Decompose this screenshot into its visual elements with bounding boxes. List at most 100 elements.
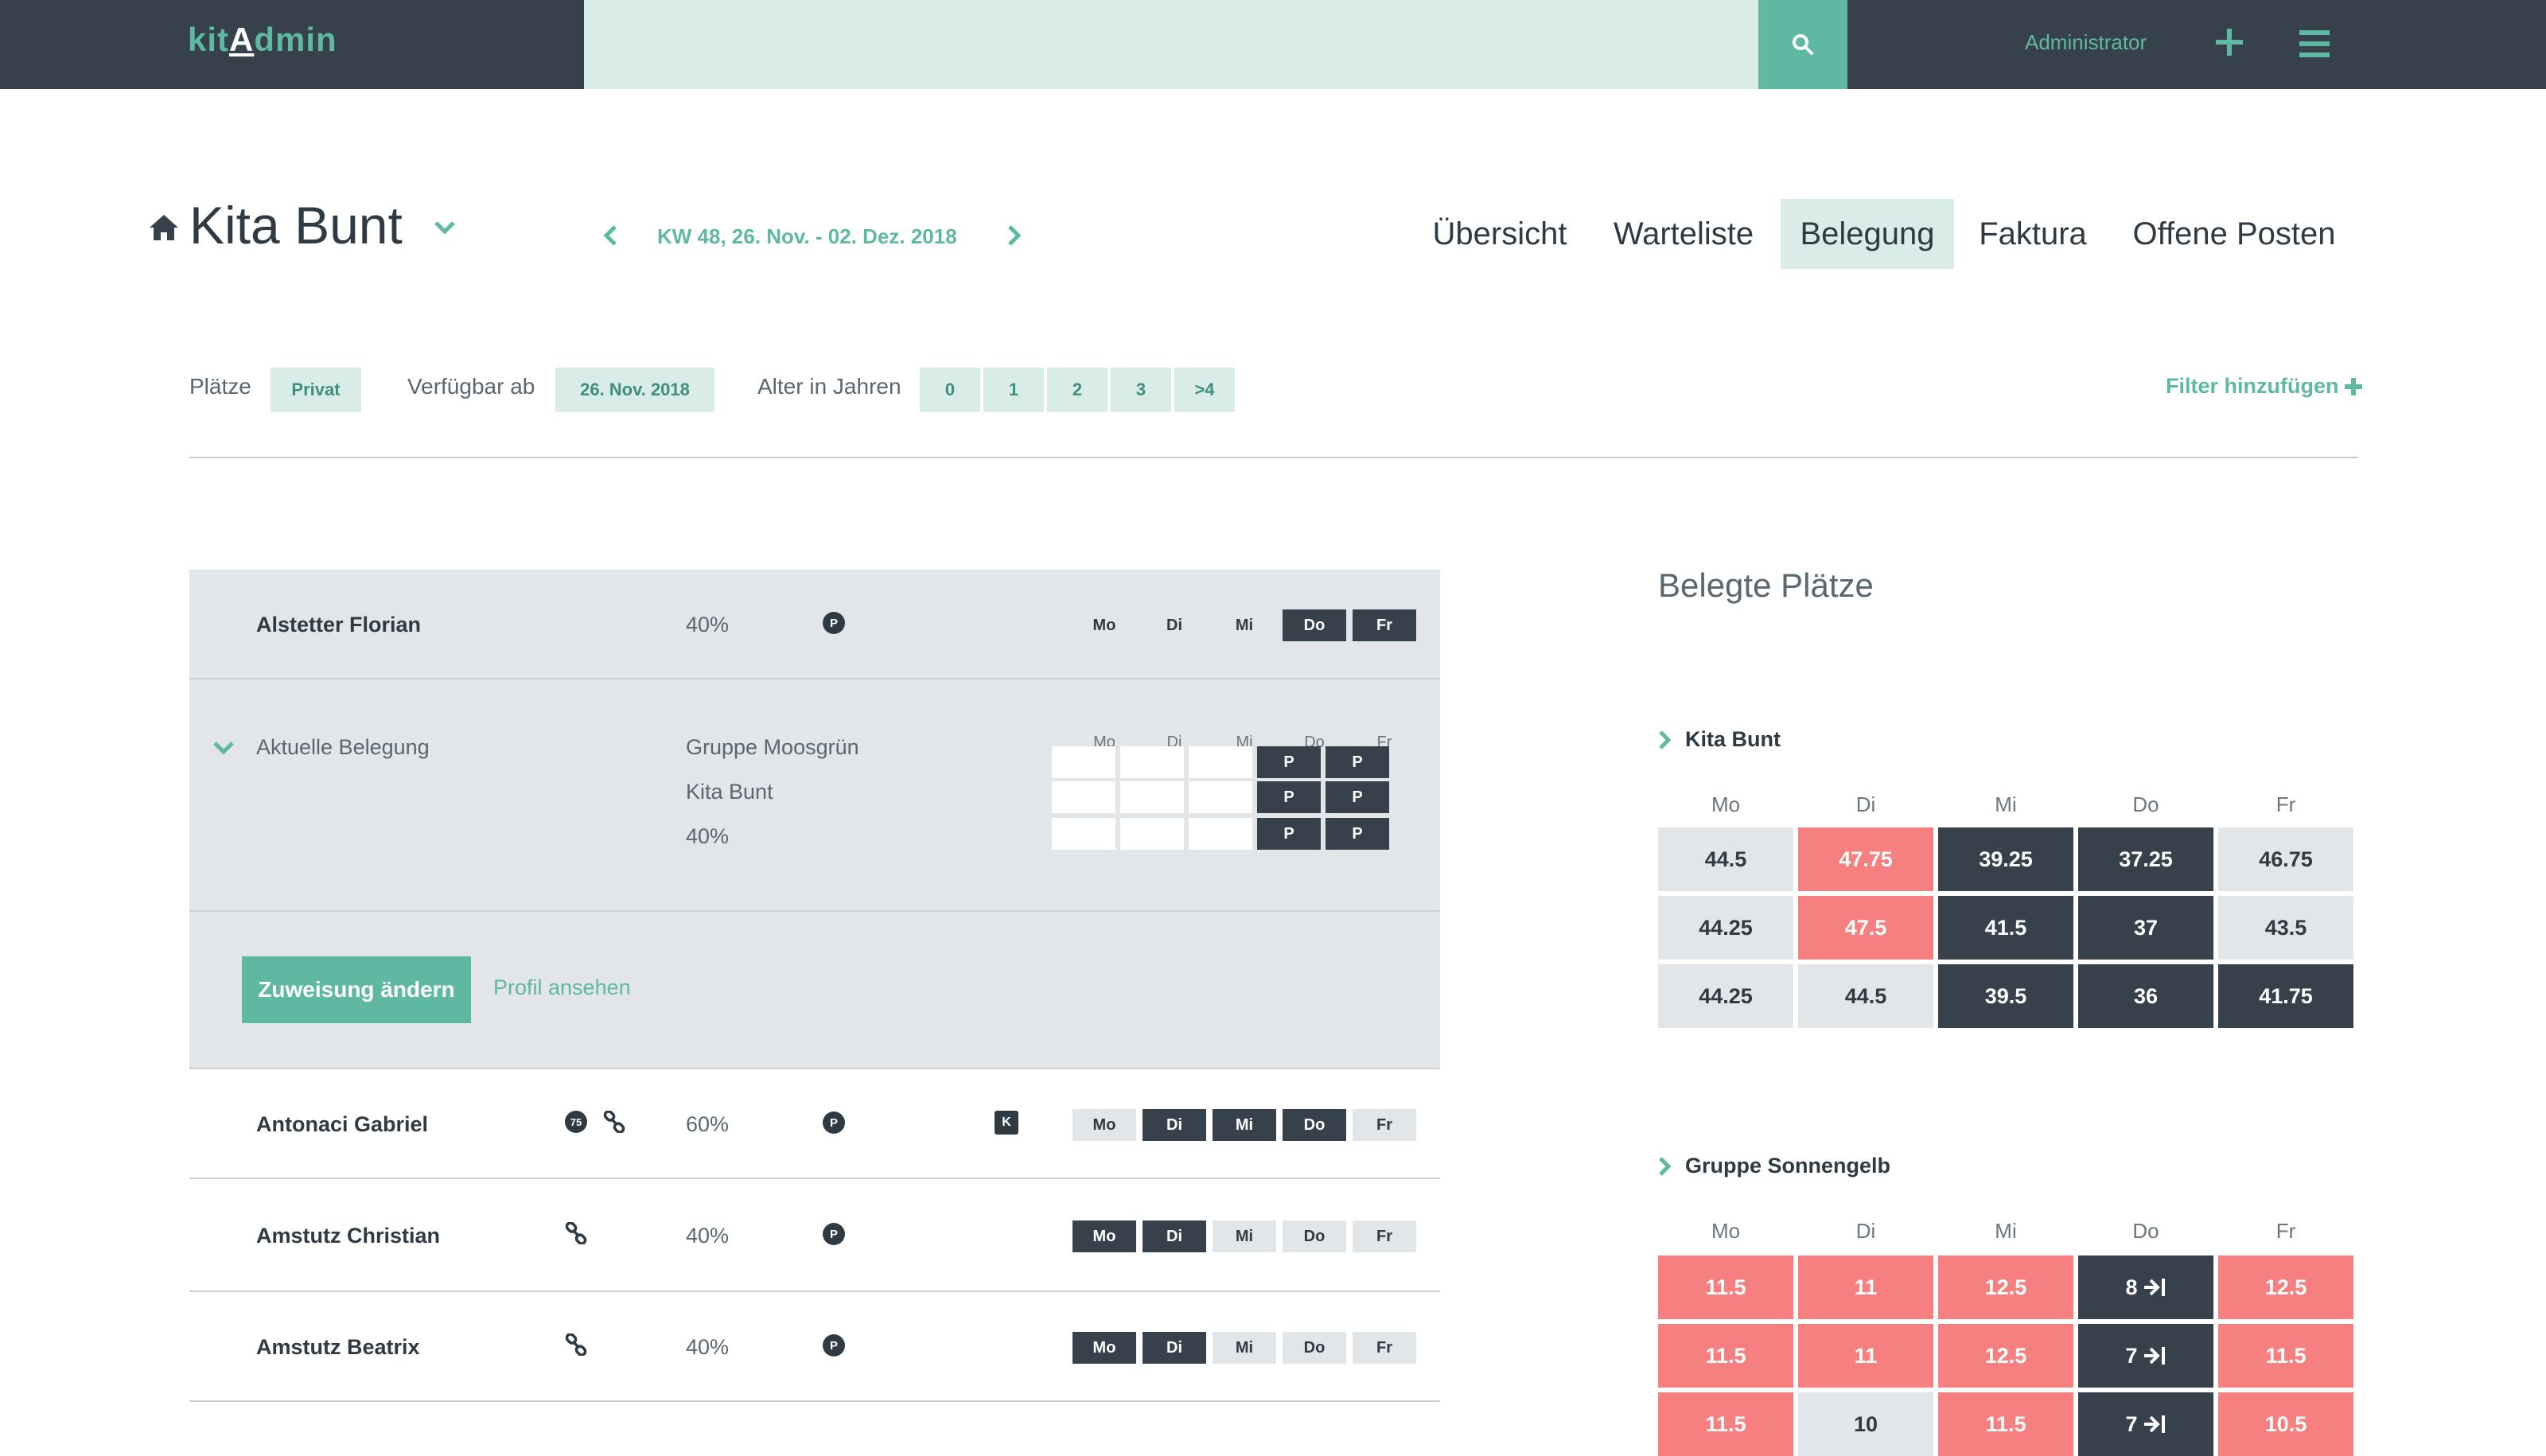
day-fr[interactable]: Fr <box>1353 1220 1416 1252</box>
tab-warteliste[interactable]: Warteliste <box>1599 199 1768 269</box>
chevron-down-icon[interactable] <box>433 220 457 236</box>
tab-belegung[interactable]: Belegung <box>1781 199 1954 269</box>
search-input[interactable] <box>584 0 1758 89</box>
day-di[interactable]: Di <box>1143 609 1206 641</box>
chevron-right-icon[interactable] <box>1006 224 1023 247</box>
p-badge-letter: P <box>830 617 838 630</box>
day-mo[interactable]: Mo <box>1073 609 1136 641</box>
group-kita-bunt[interactable]: Kita Bunt <box>1658 727 1781 752</box>
view-profile-link[interactable]: Profil ansehen <box>493 975 631 1000</box>
occupancy-value: 8 <box>2125 1275 2138 1299</box>
age-chip-0[interactable]: 0 <box>920 368 980 412</box>
child-name[interactable]: Amstutz Beatrix <box>256 1335 420 1360</box>
occupancy-cell: 39.5 <box>1938 964 2073 1028</box>
day-fr[interactable]: Fr <box>1353 1332 1416 1364</box>
add-filter-label: Filter hinzufügen <box>2166 374 2339 398</box>
link-icon <box>603 1111 625 1133</box>
occupancy-value: 41.5 <box>1984 915 2027 940</box>
day-do[interactable]: Do <box>1283 1109 1346 1141</box>
p-badge: P <box>823 612 845 634</box>
day-header: Mi <box>1995 1219 2017 1243</box>
occupancy-value: 37.25 <box>2119 847 2173 871</box>
occupancy-value: 46.75 <box>2259 847 2313 871</box>
page-title: Kita Bunt <box>189 196 403 255</box>
divider <box>189 1068 1440 1069</box>
day-fr[interactable]: Fr <box>1353 609 1416 641</box>
day-mo[interactable]: Mo <box>1073 1220 1136 1252</box>
day-do[interactable]: Do <box>1283 1332 1346 1364</box>
child-percentage: 40% <box>686 1224 730 1248</box>
occupancy-title: Belegte Plätze <box>1658 566 1874 604</box>
p-badge-letter: P <box>830 1228 838 1241</box>
change-assignment-button[interactable]: Zuweisung ändern <box>242 956 471 1023</box>
child-name[interactable]: Alstetter Florian <box>256 613 421 637</box>
day-di[interactable]: Di <box>1143 1332 1206 1364</box>
occupancy-cell: 7 <box>2078 1392 2213 1456</box>
tab-uebersicht[interactable]: Übersicht <box>1424 199 1575 269</box>
occupancy-cell: 11 <box>1798 1256 1933 1319</box>
occupancy-value: 43.5 <box>2264 915 2307 940</box>
day-mi[interactable]: Mi <box>1213 609 1276 641</box>
tab-offene-posten[interactable]: Offene Posten <box>2120 199 2349 269</box>
day-header: Di <box>1855 792 1876 816</box>
plus-icon <box>2345 377 2363 395</box>
day-mi[interactable]: Mi <box>1213 1220 1276 1252</box>
age-chip-3[interactable]: 3 <box>1111 368 1171 412</box>
chevron-down-icon[interactable] <box>212 740 236 756</box>
occupancy-cell: 12.5 <box>1938 1324 2073 1388</box>
logo-suffix: dmin <box>254 21 337 58</box>
p-badge-letter: P <box>830 1116 838 1130</box>
assignment-cell <box>1052 781 1115 813</box>
day-header: Do <box>2132 1219 2159 1243</box>
occupancy-cell: 8 <box>2078 1256 2213 1319</box>
search-button[interactable] <box>1758 0 1847 89</box>
k-badge: K <box>995 1111 1018 1135</box>
menu-button[interactable] <box>2299 30 2330 57</box>
add-button[interactable] <box>2214 27 2244 57</box>
p-badge: P <box>823 1334 845 1357</box>
add-filter-link[interactable]: Filter hinzufügen <box>2166 374 2363 399</box>
day-mi[interactable]: Mi <box>1213 1109 1276 1141</box>
tab-faktura[interactable]: Faktura <box>1965 199 2100 269</box>
occupancy-value: 44.25 <box>1699 915 1753 940</box>
age-chip-2[interactable]: 2 <box>1047 368 1108 412</box>
occupancy-value: 12.5 <box>1984 1275 2027 1299</box>
day-mo[interactable]: Mo <box>1073 1332 1136 1364</box>
occupancy-cell: 44.5 <box>1798 964 1933 1028</box>
day-di[interactable]: Di <box>1143 1220 1206 1252</box>
occupancy-cell: 37 <box>2078 896 2213 960</box>
child-percentage: 60% <box>686 1112 730 1136</box>
occupancy-cell: 41.75 <box>2218 964 2353 1028</box>
day-do[interactable]: Do <box>1283 1220 1346 1252</box>
child-percentage: 40% <box>686 613 730 637</box>
occupancy-value: 39.5 <box>1984 983 2027 1008</box>
occupancy-value: 10 <box>1853 1411 1878 1436</box>
occupancy-cell: 10 <box>1798 1392 1933 1456</box>
places-chip[interactable]: Privat <box>271 368 361 412</box>
hamburger-icon <box>2299 30 2330 57</box>
user-menu[interactable]: Administrator <box>2025 30 2147 55</box>
occupancy-cell: 12.5 <box>1938 1256 2073 1319</box>
day-header: Mi <box>1995 792 2017 816</box>
occupancy-cell: 11.5 <box>1658 1256 1793 1319</box>
link-icon <box>565 1333 587 1356</box>
assignment-cell: P <box>1257 818 1321 850</box>
available-chip[interactable]: 26. Nov. 2018 <box>555 368 714 412</box>
logo[interactable]: kitAdmin <box>188 21 337 59</box>
day-mo[interactable]: Mo <box>1073 1109 1136 1141</box>
child-name[interactable]: Antonaci Gabriel <box>256 1112 428 1137</box>
occupancy-value: 11.5 <box>1705 1343 1746 1368</box>
day-di[interactable]: Di <box>1143 1109 1206 1141</box>
day-mi[interactable]: Mi <box>1213 1332 1276 1364</box>
chevron-left-icon[interactable] <box>601 224 619 247</box>
group-sonnengelb[interactable]: Gruppe Sonnengelb <box>1658 1154 1890 1178</box>
occupancy-value: 44.5 <box>1844 983 1887 1008</box>
occupancy-value: 11 <box>1854 1275 1878 1299</box>
arrow-to-bar-icon <box>2143 1347 2165 1365</box>
age-chip-1[interactable]: 1 <box>983 368 1044 412</box>
occupancy-value: 7 <box>2125 1411 2138 1436</box>
day-fr[interactable]: Fr <box>1353 1109 1416 1141</box>
age-chip-4[interactable]: >4 <box>1174 368 1235 412</box>
day-do[interactable]: Do <box>1283 609 1346 641</box>
child-name[interactable]: Amstutz Christian <box>256 1224 440 1248</box>
